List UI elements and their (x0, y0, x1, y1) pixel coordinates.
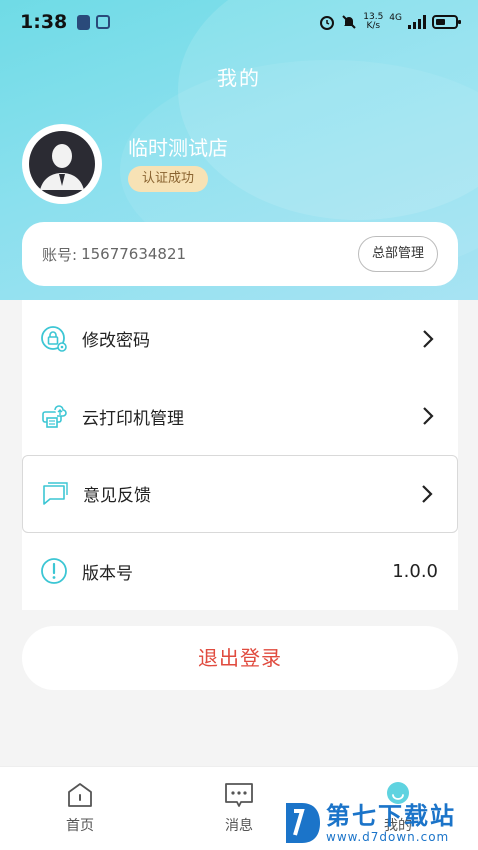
chevron-right-icon (423, 407, 434, 426)
home-icon (68, 783, 92, 807)
battery-icon (432, 15, 461, 29)
chevron-right-icon (423, 329, 434, 348)
menu-item-version: 版本号 1.0.0 (22, 533, 458, 611)
tab-label-messages: 消息 (225, 818, 253, 834)
menu-item-change-password[interactable]: 修改密码 (22, 300, 458, 378)
message-icon (225, 783, 253, 807)
chevron-right-icon (422, 484, 433, 503)
account-label: 账号: (42, 245, 78, 264)
status-bar: 1:38 13.5 K/s 4G (0, 0, 478, 44)
lock-gear-icon (41, 325, 67, 352)
status-right-icons: 13.5 K/s 4G (319, 13, 461, 31)
avatar[interactable] (22, 124, 102, 204)
net-speed: 13.5 K/s (363, 13, 383, 31)
menu-label-version: 版本号 (82, 563, 133, 584)
alarm-icon (320, 16, 335, 30)
status-time: 1:38 (20, 11, 68, 33)
menu-item-feedback[interactable]: 意见反馈 (22, 455, 458, 533)
store-name: 临时测试店 (128, 136, 228, 160)
menu-label-feedback: 意见反馈 (83, 486, 151, 507)
menu-item-cloud-printer[interactable]: 云打印机管理 (22, 378, 458, 456)
tab-label-home: 首页 (66, 818, 94, 834)
menu-label-change-password: 修改密码 (82, 331, 150, 352)
chat-notification-icon (96, 14, 111, 29)
version-value: 1.0.0 (392, 560, 438, 582)
user-silhouette-icon (29, 131, 95, 197)
mute-bell-icon (342, 15, 356, 29)
info-circle-icon (41, 558, 67, 585)
watermark-main: 第七下载站 (326, 802, 456, 830)
notification-icons (77, 14, 111, 30)
hq-management-button[interactable]: 总部管理 (357, 236, 438, 272)
cloud-printer-icon (42, 405, 67, 429)
menu-label-cloud-printer: 云打印机管理 (82, 408, 184, 429)
sim-card-icon (77, 14, 91, 30)
settings-menu: 修改密码 云打印机管理 意见反馈 版本号 1.0.0 (22, 300, 458, 610)
account-number: 15677634821 (81, 245, 187, 263)
watermark-logo: 第七下载站 www.d7down.com (282, 796, 478, 850)
signal-icon (408, 15, 426, 29)
network-type: 4G (389, 13, 402, 23)
page-title: 我的 (217, 66, 261, 90)
watermark-text: 第七下载站 www.d7down.com (326, 802, 456, 844)
net-speed-unit: K/s (366, 21, 381, 31)
tab-home[interactable]: 首页 (40, 779, 120, 835)
watermark-sub: www.d7down.com (326, 830, 450, 844)
d7-logo-icon (286, 803, 320, 843)
account-card: 账号: 15677634821 总部管理 (22, 222, 458, 286)
logout-button[interactable]: 退出登录 (22, 626, 458, 690)
verify-badge: 认证成功 (128, 166, 209, 192)
chat-bubble-icon (43, 482, 68, 505)
tab-messages[interactable]: 消息 (199, 779, 279, 835)
